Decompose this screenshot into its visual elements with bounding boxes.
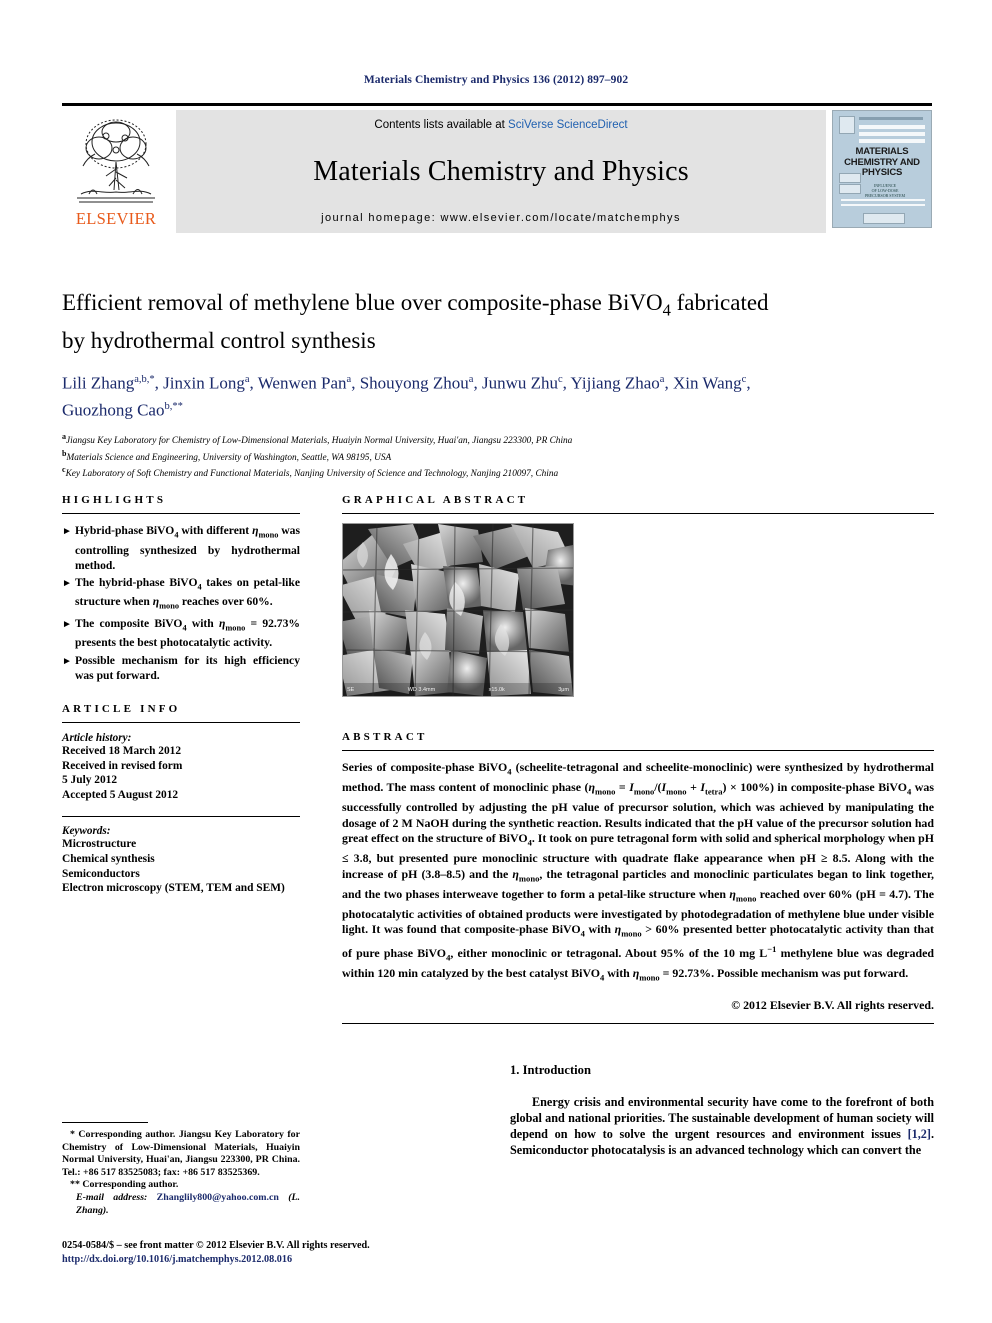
keyword-item: Chemical synthesis [62,853,155,866]
divider [342,1023,934,1025]
sciencedirect-link[interactable]: SciVerse ScienceDirect [508,119,628,131]
abstract-text: Series of composite-phase BiVO4 (scheeli… [342,760,934,983]
title-subscript: 4 [662,300,671,320]
bullet-icon: ► [62,577,72,589]
contents-available-line: Contents lists available at SciVerse Sci… [374,119,627,131]
history-item: Received in revised form [62,759,183,772]
author-affil-mark: c [741,373,747,385]
list-item: ► Hybrid-phase BiVO4 with different ηmon… [62,523,300,573]
introduction-paragraph: Energy crisis and environmental security… [510,1094,934,1158]
article-info-block: ARTICLE INFO Article history: Received 1… [62,703,300,896]
highlight-text: Hybrid-phase BiVO4 with different ηmono … [75,524,300,572]
title-line-2: by hydrothermal control synthesis [62,327,376,353]
divider [62,816,300,818]
journal-title: Materials Chemistry and Physics [313,155,689,187]
reference-link[interactable]: [1,2] [908,1127,931,1141]
author-affil-mark: a [659,373,665,385]
corresponding-author-note-1: * Corresponding author. Jiangsu Key Labo… [62,1129,300,1178]
affiliations-list: aJiangsu Key Laboratory for Chemistry of… [62,431,934,481]
journal-banner: Contents lists available at SciVerse Sci… [176,110,826,233]
author-affil-mark: a [346,373,352,385]
divider [342,513,934,514]
highlight-text: The hybrid-phase BiVO4 takes on petal-li… [75,575,300,611]
list-item: ► The composite BiVO4 with ηmono = 92.73… [62,616,300,651]
affiliation-text: Materials Science and Engineering, Unive… [66,452,392,463]
author-list: Lili Zhanga,b,*, Jinxin Longa, Wenwen Pa… [62,373,751,420]
journal-masthead: ELSEVIER Contents lists available at Sci… [62,103,932,233]
affiliation-c: cKey Laboratory of Soft Chemistry and Fu… [62,465,559,480]
journal-cover-thumbnail: MATERIALS CHEMISTRY AND PHYSICS INFLUENC… [832,110,932,228]
affiliation-a: aJiangsu Key Laboratory for Chemistry of… [62,431,573,446]
journal-article-page: Materials Chemistry and Physics 136 (201… [0,0,992,1323]
footnotes-block: * Corresponding author. Jiangsu Key Labo… [62,1122,300,1217]
history-item: Accepted 5 August 2012 [62,788,179,801]
elsevier-logo: ELSEVIER [62,110,170,233]
highlights-heading: HIGHLIGHTS [62,494,167,506]
highlight-text: The composite BiVO4 with ηmono = 92.73% … [75,616,300,650]
history-item: 5 July 2012 [62,774,118,787]
corresponding-author-note-2: ** Corresponding author. [70,1179,179,1191]
sem-label-scale: 3μm [558,686,569,693]
keywords-label: Keywords: [62,825,111,838]
issn-line: 0254-0584/$ – see front matter © 2012 El… [62,1240,370,1251]
sem-micrograph-svg [343,524,573,696]
footer-block: 0254-0584/$ – see front matter © 2012 El… [62,1239,482,1266]
divider [62,513,300,514]
sem-label-detector: SE [347,686,355,693]
list-item: ► Possible mechanism for its high effici… [62,653,300,683]
author-affil-mark: a,b,* [134,373,155,385]
right-column: GRAPHICAL ABSTRACT SE WD 3.4mm x15.0k 3μ… [342,494,934,1025]
history-item: Received 18 March 2012 [62,745,182,758]
sem-scale-bar: SE WD 3.4mm x15.0k 3μm [343,683,573,696]
email-note: E-mail address: Zhanglily800@yahoo.com.c… [62,1192,300,1217]
affiliation-b: bMaterials Science and Engineering, Univ… [62,448,392,463]
article-history-label: Article history: [62,732,132,745]
running-head: Materials Chemistry and Physics 136 (201… [363,74,629,86]
sem-label-magnification: x15.0k [488,686,505,693]
abstract-block: ABSTRACT Series of composite-phase BiVO4… [342,731,934,1025]
author-affil-mark: a [468,373,474,385]
email-label: E-mail address: [76,1191,148,1203]
article-info-heading: ARTICLE INFO [62,703,181,716]
introduction-heading: 1. Introduction [510,1063,591,1077]
title-block: Efficient removal of methylene blue over… [62,288,934,481]
elsevier-tree-icon [77,119,155,203]
abstract-heading: ABSTRACT [342,731,428,743]
introduction-section: 1. Introduction Energy crisis and enviro… [510,1063,934,1158]
bullet-icon: ► [62,526,72,537]
title-line-1: Efficient removal of methylene blue over… [62,290,663,315]
contents-prefix: Contents lists available at [374,119,509,131]
email-link[interactable]: Zhanglily800@yahoo.com.cn [157,1192,279,1203]
highlight-text: Possible mechanism for its high efficien… [75,653,300,682]
author-affil-mark: b,** [164,401,183,413]
copyright-line: © 2012 Elsevier B.V. All rights reserved… [731,998,934,1013]
highlights-list: ► Hybrid-phase BiVO4 with different ηmon… [62,523,300,683]
left-column: HIGHLIGHTS ► Hybrid-phase BiVO4 with dif… [62,494,300,896]
intro-part-1: Energy crisis and environmental security… [510,1095,934,1141]
affiliation-text: Key Laboratory of Soft Chemistry and Fun… [65,469,559,480]
title-line-1-tail: fabricated [670,290,769,315]
doi-link[interactable]: http://dx.doi.org/10.1016/j.matchemphys.… [62,1253,482,1267]
keyword-item: Electron microscopy (STEM, TEM and SEM) [62,882,285,895]
journal-homepage-line[interactable]: journal homepage: www.elsevier.com/locat… [321,212,681,224]
sem-label-wd: WD 3.4mm [407,686,436,693]
affiliation-text: Jiangsu Key Laboratory for Chemistry of … [66,436,573,446]
graphical-abstract-heading: GRAPHICAL ABSTRACT [342,494,529,506]
keyword-item: Microstructure [62,838,137,851]
author-affil-mark: a [244,373,250,385]
bullet-icon: ► [62,618,72,630]
sem-micrograph-image: SE WD 3.4mm x15.0k 3μm [342,523,574,697]
divider [342,750,934,751]
elsevier-wordmark: ELSEVIER [75,209,157,228]
list-item: ► The hybrid-phase BiVO4 takes on petal-… [62,575,300,614]
author-affil-mark: c [558,373,563,385]
page-title: Efficient removal of methylene blue over… [62,288,934,356]
divider [62,1122,148,1123]
keyword-item: Semiconductors [62,867,140,880]
divider [62,722,300,724]
bullet-icon: ► [62,655,72,667]
